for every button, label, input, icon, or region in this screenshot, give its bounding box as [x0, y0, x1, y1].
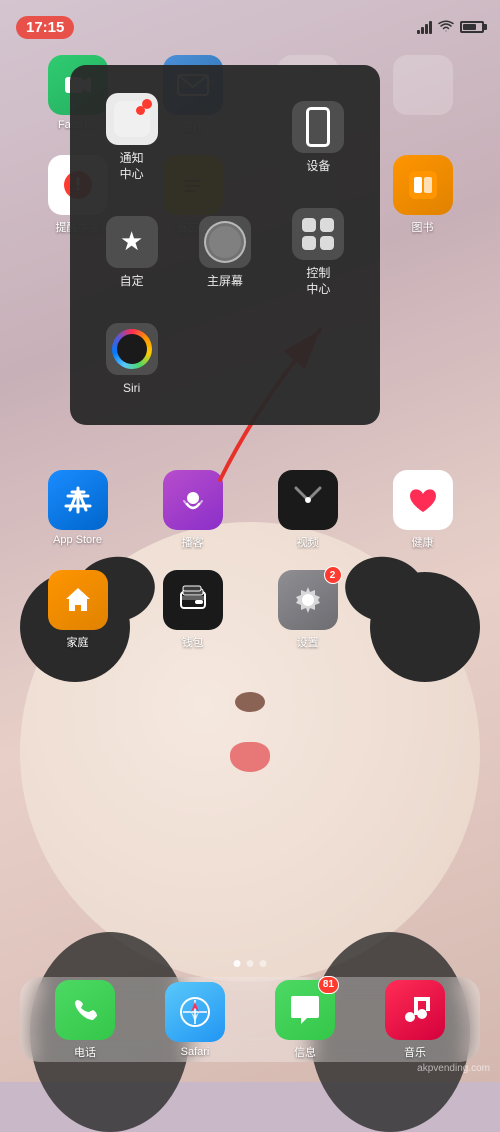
settings-badge: 2 [324, 566, 342, 584]
app-wallet[interactable]: 钱包 [153, 570, 233, 650]
app-books[interactable]: 图书 [383, 155, 463, 235]
control-center-icon [292, 208, 344, 260]
menu-control-center[interactable]: 控制中心 [277, 200, 360, 305]
app-appstore[interactable]: App Store [38, 470, 118, 546]
notification-center-icon [106, 93, 158, 145]
menu-customize[interactable]: ★ 自定 [90, 200, 173, 305]
homescreen-label: 主屏幕 [207, 274, 243, 290]
siri-label: Siri [123, 381, 140, 397]
music-icon [385, 980, 445, 1040]
app-row4-empty [383, 570, 463, 634]
device-label: 设备 [306, 159, 330, 175]
messages-badge: 81 [318, 976, 339, 994]
device-icon [292, 101, 344, 153]
control-center-label: 控制中心 [306, 266, 330, 297]
dock-messages[interactable]: 81 信息 [265, 980, 345, 1060]
notification-center-label: 通知中心 [120, 151, 144, 182]
homescreen-icon [199, 216, 251, 268]
wallet-label: 钱包 [182, 634, 204, 650]
home-app-icon [48, 570, 108, 630]
books-label: 图书 [412, 219, 434, 235]
app-settings[interactable]: 2 设置 [268, 570, 348, 650]
panda-tongue [230, 742, 270, 772]
dock-music[interactable]: 音乐 [375, 980, 455, 1060]
menu-notification-center[interactable]: 通知中心 [90, 85, 173, 190]
health-icon [393, 470, 453, 530]
appstore-icon [48, 470, 108, 530]
phone-icon [55, 980, 115, 1040]
books-icon [393, 155, 453, 215]
messages-label: 信息 [294, 1044, 316, 1060]
podcasts-label: 播客 [182, 534, 204, 550]
app-health[interactable]: 健康 [383, 470, 463, 550]
wallet-icon [163, 570, 223, 630]
menu-device[interactable]: 设备 [277, 85, 360, 190]
status-time: 17:15 [16, 16, 74, 39]
safari-label: Safari [181, 1046, 210, 1058]
wifi-icon [438, 19, 454, 35]
health-label: 健康 [412, 534, 434, 550]
app-home[interactable]: 家庭 [38, 570, 118, 650]
status-icons [417, 19, 484, 35]
page-dots [234, 960, 267, 967]
page-dot-3 [260, 960, 267, 967]
home-app-label: 家庭 [67, 634, 89, 650]
phone-label: 电话 [74, 1044, 96, 1060]
customize-label: 自定 [120, 274, 144, 290]
settings-label: 设置 [297, 634, 319, 650]
music-label: 音乐 [404, 1044, 426, 1060]
tv-label: 视频 [297, 534, 319, 550]
dock: 电话 Safari 81 信息 [20, 977, 480, 1062]
app-row-4: 家庭 钱包 2 设置 [0, 570, 500, 650]
dock-phone[interactable]: 电话 [45, 980, 125, 1060]
watermark-url: akpvending.com [417, 1063, 490, 1074]
battery-icon [460, 21, 484, 33]
status-bar: 17:15 [0, 0, 500, 44]
safari-icon [165, 982, 225, 1042]
signal-icon [417, 20, 432, 34]
dock-safari[interactable]: Safari [155, 982, 235, 1058]
siri-icon [106, 323, 158, 375]
app-placeholder2 [383, 55, 463, 119]
context-menu: 通知中心 设备 ★ 自定 主屏幕 [70, 65, 380, 425]
appstore-label: App Store [53, 534, 102, 546]
page-dot-1 [234, 960, 241, 967]
panda-nose [235, 692, 265, 712]
page-dot-2 [247, 960, 254, 967]
menu-siri[interactable]: Siri [90, 315, 173, 405]
menu-homescreen[interactable]: 主屏幕 [183, 200, 266, 305]
customize-icon: ★ [106, 216, 158, 268]
